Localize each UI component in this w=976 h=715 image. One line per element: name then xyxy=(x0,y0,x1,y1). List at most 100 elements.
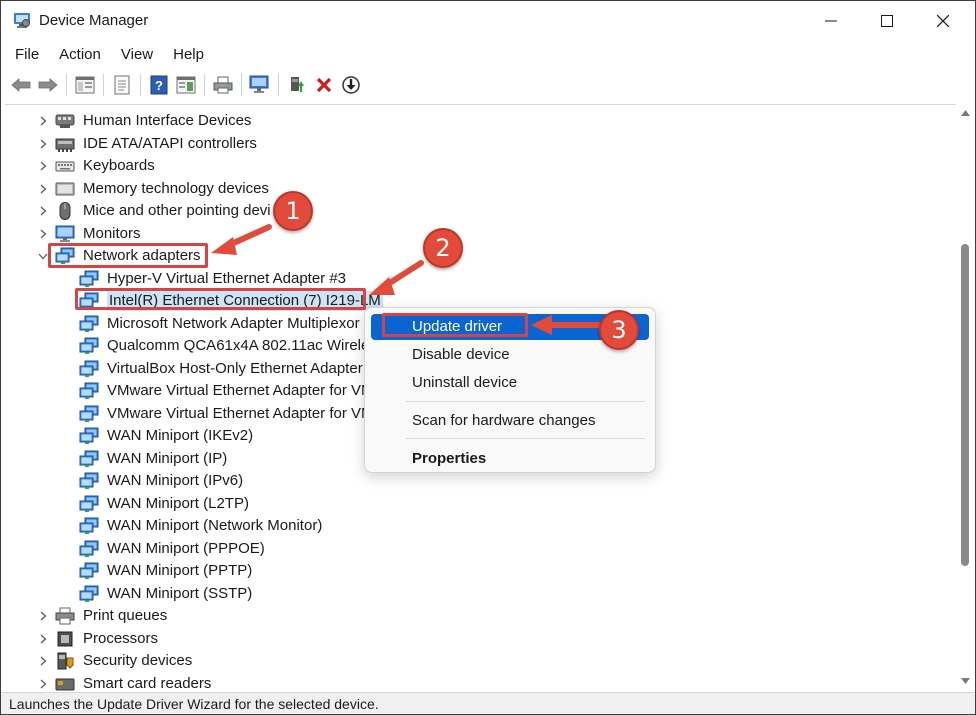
monitor-icon xyxy=(55,225,75,243)
back-arrow-icon xyxy=(11,78,31,92)
help-toolbar-button[interactable]: ? xyxy=(147,73,171,97)
tree-item-label: WAN Miniport (Network Monitor) xyxy=(107,517,323,534)
maximize-button[interactable] xyxy=(859,1,915,41)
tree-item-label: WAN Miniport (IKEv2) xyxy=(107,427,254,444)
network-adapter-icon xyxy=(79,472,99,490)
forward-button[interactable] xyxy=(36,73,60,97)
chevron-right-icon[interactable] xyxy=(38,656,48,666)
tree-item-label: VirtualBox Host-Only Ethernet Adapter xyxy=(107,359,363,377)
update-driver-toolbar-button[interactable] xyxy=(285,73,309,97)
chevron-right-icon[interactable] xyxy=(38,679,48,689)
toolbar-separator xyxy=(66,74,67,96)
security-device-icon xyxy=(55,652,75,670)
toolbar-separator xyxy=(204,74,205,96)
tree-item-label: Print queues xyxy=(83,607,168,624)
tree-category[interactable]: Memory technology devices xyxy=(5,178,945,200)
chevron-right-icon[interactable] xyxy=(38,206,48,216)
menu-action[interactable]: Action xyxy=(49,43,111,69)
context-menu-uninstall-device[interactable]: Uninstall device xyxy=(371,370,649,396)
printer-icon xyxy=(55,607,75,625)
network-adapter-icon xyxy=(79,427,99,445)
toolbar: ? xyxy=(1,71,975,99)
scroll-down-arrow[interactable] xyxy=(960,676,971,686)
toolbar-separator xyxy=(140,74,141,96)
chevron-right-icon[interactable] xyxy=(38,634,48,644)
processor-icon xyxy=(55,630,75,648)
properties-toolbar-button[interactable] xyxy=(110,73,134,97)
action-pane-button[interactable] xyxy=(174,73,198,97)
tree-item-label: Qualcomm QCA61x4A 802.11ac Wireless xyxy=(107,337,385,354)
chevron-right-icon[interactable] xyxy=(38,229,48,239)
chevron-right-icon[interactable] xyxy=(38,161,48,171)
close-button[interactable] xyxy=(915,1,971,41)
tree-item-network-adapter[interactable]: Hyper-V Virtual Ethernet Adapter #3 xyxy=(5,268,945,290)
console-tree-icon xyxy=(75,76,95,94)
window-title: Device Manager xyxy=(39,12,149,29)
ide-controller-icon xyxy=(55,135,75,153)
vertical-scrollbar[interactable] xyxy=(956,104,975,692)
menu-view[interactable]: View xyxy=(111,43,163,69)
tree-item-network-adapter[interactable]: WAN Miniport (PPPOE) xyxy=(5,538,945,560)
network-adapter-icon xyxy=(79,562,99,580)
network-adapter-icon xyxy=(79,450,99,468)
network-adapter-icon xyxy=(79,585,99,603)
tree-category[interactable]: Keyboards xyxy=(5,155,945,177)
tree-category[interactable]: IDE ATA/ATAPI controllers xyxy=(5,133,945,155)
help-icon: ? xyxy=(150,75,168,95)
tree-category[interactable]: Human Interface Devices xyxy=(5,110,945,132)
back-button[interactable] xyxy=(9,73,33,97)
action-pane-icon xyxy=(176,76,196,94)
scroll-up-arrow[interactable] xyxy=(960,108,971,118)
chevron-right-icon[interactable] xyxy=(38,184,48,194)
status-text: Launches the Update Driver Wizard for th… xyxy=(9,696,379,712)
chevron-right-icon[interactable] xyxy=(38,611,48,621)
update-driver-icon xyxy=(291,77,304,92)
context-menu-properties[interactable]: Properties xyxy=(371,446,649,472)
tree-item-network-adapter[interactable]: WAN Miniport (Network Monitor) xyxy=(5,515,945,537)
tree-item-network-adapter[interactable]: WAN Miniport (L2TP) xyxy=(5,493,945,515)
menu-file[interactable]: File xyxy=(1,43,49,69)
context-menu-item-label: Disable device xyxy=(412,346,510,363)
tree-item-label: WAN Miniport (PPPOE) xyxy=(107,539,265,557)
tree-category[interactable]: Security devices xyxy=(5,650,945,672)
tree-category[interactable]: Processors xyxy=(5,628,945,650)
printer-toolbar-icon xyxy=(213,76,233,94)
tree-category[interactable]: Mice and other pointing devi xyxy=(5,200,945,222)
hid-icon xyxy=(55,112,75,130)
tree-item-network-adapter[interactable]: WAN Miniport (IPv6) xyxy=(5,470,945,492)
show-hide-console-tree-button[interactable] xyxy=(73,73,97,97)
tree-category[interactable]: Monitors xyxy=(5,223,945,245)
title-bar: Device Manager xyxy=(1,1,975,41)
tree-item-label: WAN Miniport (L2TP) xyxy=(107,494,249,512)
context-menu-item-label: Properties xyxy=(412,450,487,467)
scrollbar-thumb[interactable] xyxy=(961,244,969,566)
svg-text:?: ? xyxy=(155,78,163,93)
tree-item-label: Processors xyxy=(83,629,159,647)
minimize-button[interactable] xyxy=(803,1,859,41)
network-adapter-icon xyxy=(79,517,99,535)
chevron-right-icon[interactable] xyxy=(38,116,48,126)
tree-item-network-adapter[interactable]: WAN Miniport (PPTP) xyxy=(5,560,945,582)
scan-hardware-toolbar-button[interactable] xyxy=(248,73,272,97)
tree-item-label: Smart card readers xyxy=(83,674,212,692)
red-x-icon xyxy=(316,77,332,93)
tree-item-label: IDE ATA/ATAPI controllers xyxy=(83,134,257,152)
context-menu-scan-hardware[interactable]: Scan for hardware changes xyxy=(371,408,649,434)
context-menu-item-label: Uninstall device xyxy=(412,374,518,391)
chevron-down-icon[interactable] xyxy=(38,251,48,261)
tree-item-label: WAN Miniport (PPTP) xyxy=(107,562,253,579)
print-toolbar-button[interactable] xyxy=(211,73,235,97)
scroll-down-icon xyxy=(961,678,970,684)
tree-category[interactable]: Smart card readers xyxy=(5,673,945,693)
tree-item-network-adapter[interactable]: WAN Miniport (SSTP) xyxy=(5,583,945,605)
menu-help[interactable]: Help xyxy=(163,43,214,69)
tree-item-label: Human Interface Devices xyxy=(83,112,252,129)
chevron-right-icon[interactable] xyxy=(38,139,48,149)
tree-category[interactable]: Print queues xyxy=(5,605,945,627)
disable-device-toolbar-button[interactable] xyxy=(339,73,363,97)
minimize-icon xyxy=(825,20,837,22)
toolbar-separator xyxy=(278,74,279,96)
uninstall-device-toolbar-button[interactable] xyxy=(312,73,336,97)
context-menu-item-label: Scan for hardware changes xyxy=(412,412,596,429)
annotation-step-1: 1 xyxy=(273,191,313,231)
